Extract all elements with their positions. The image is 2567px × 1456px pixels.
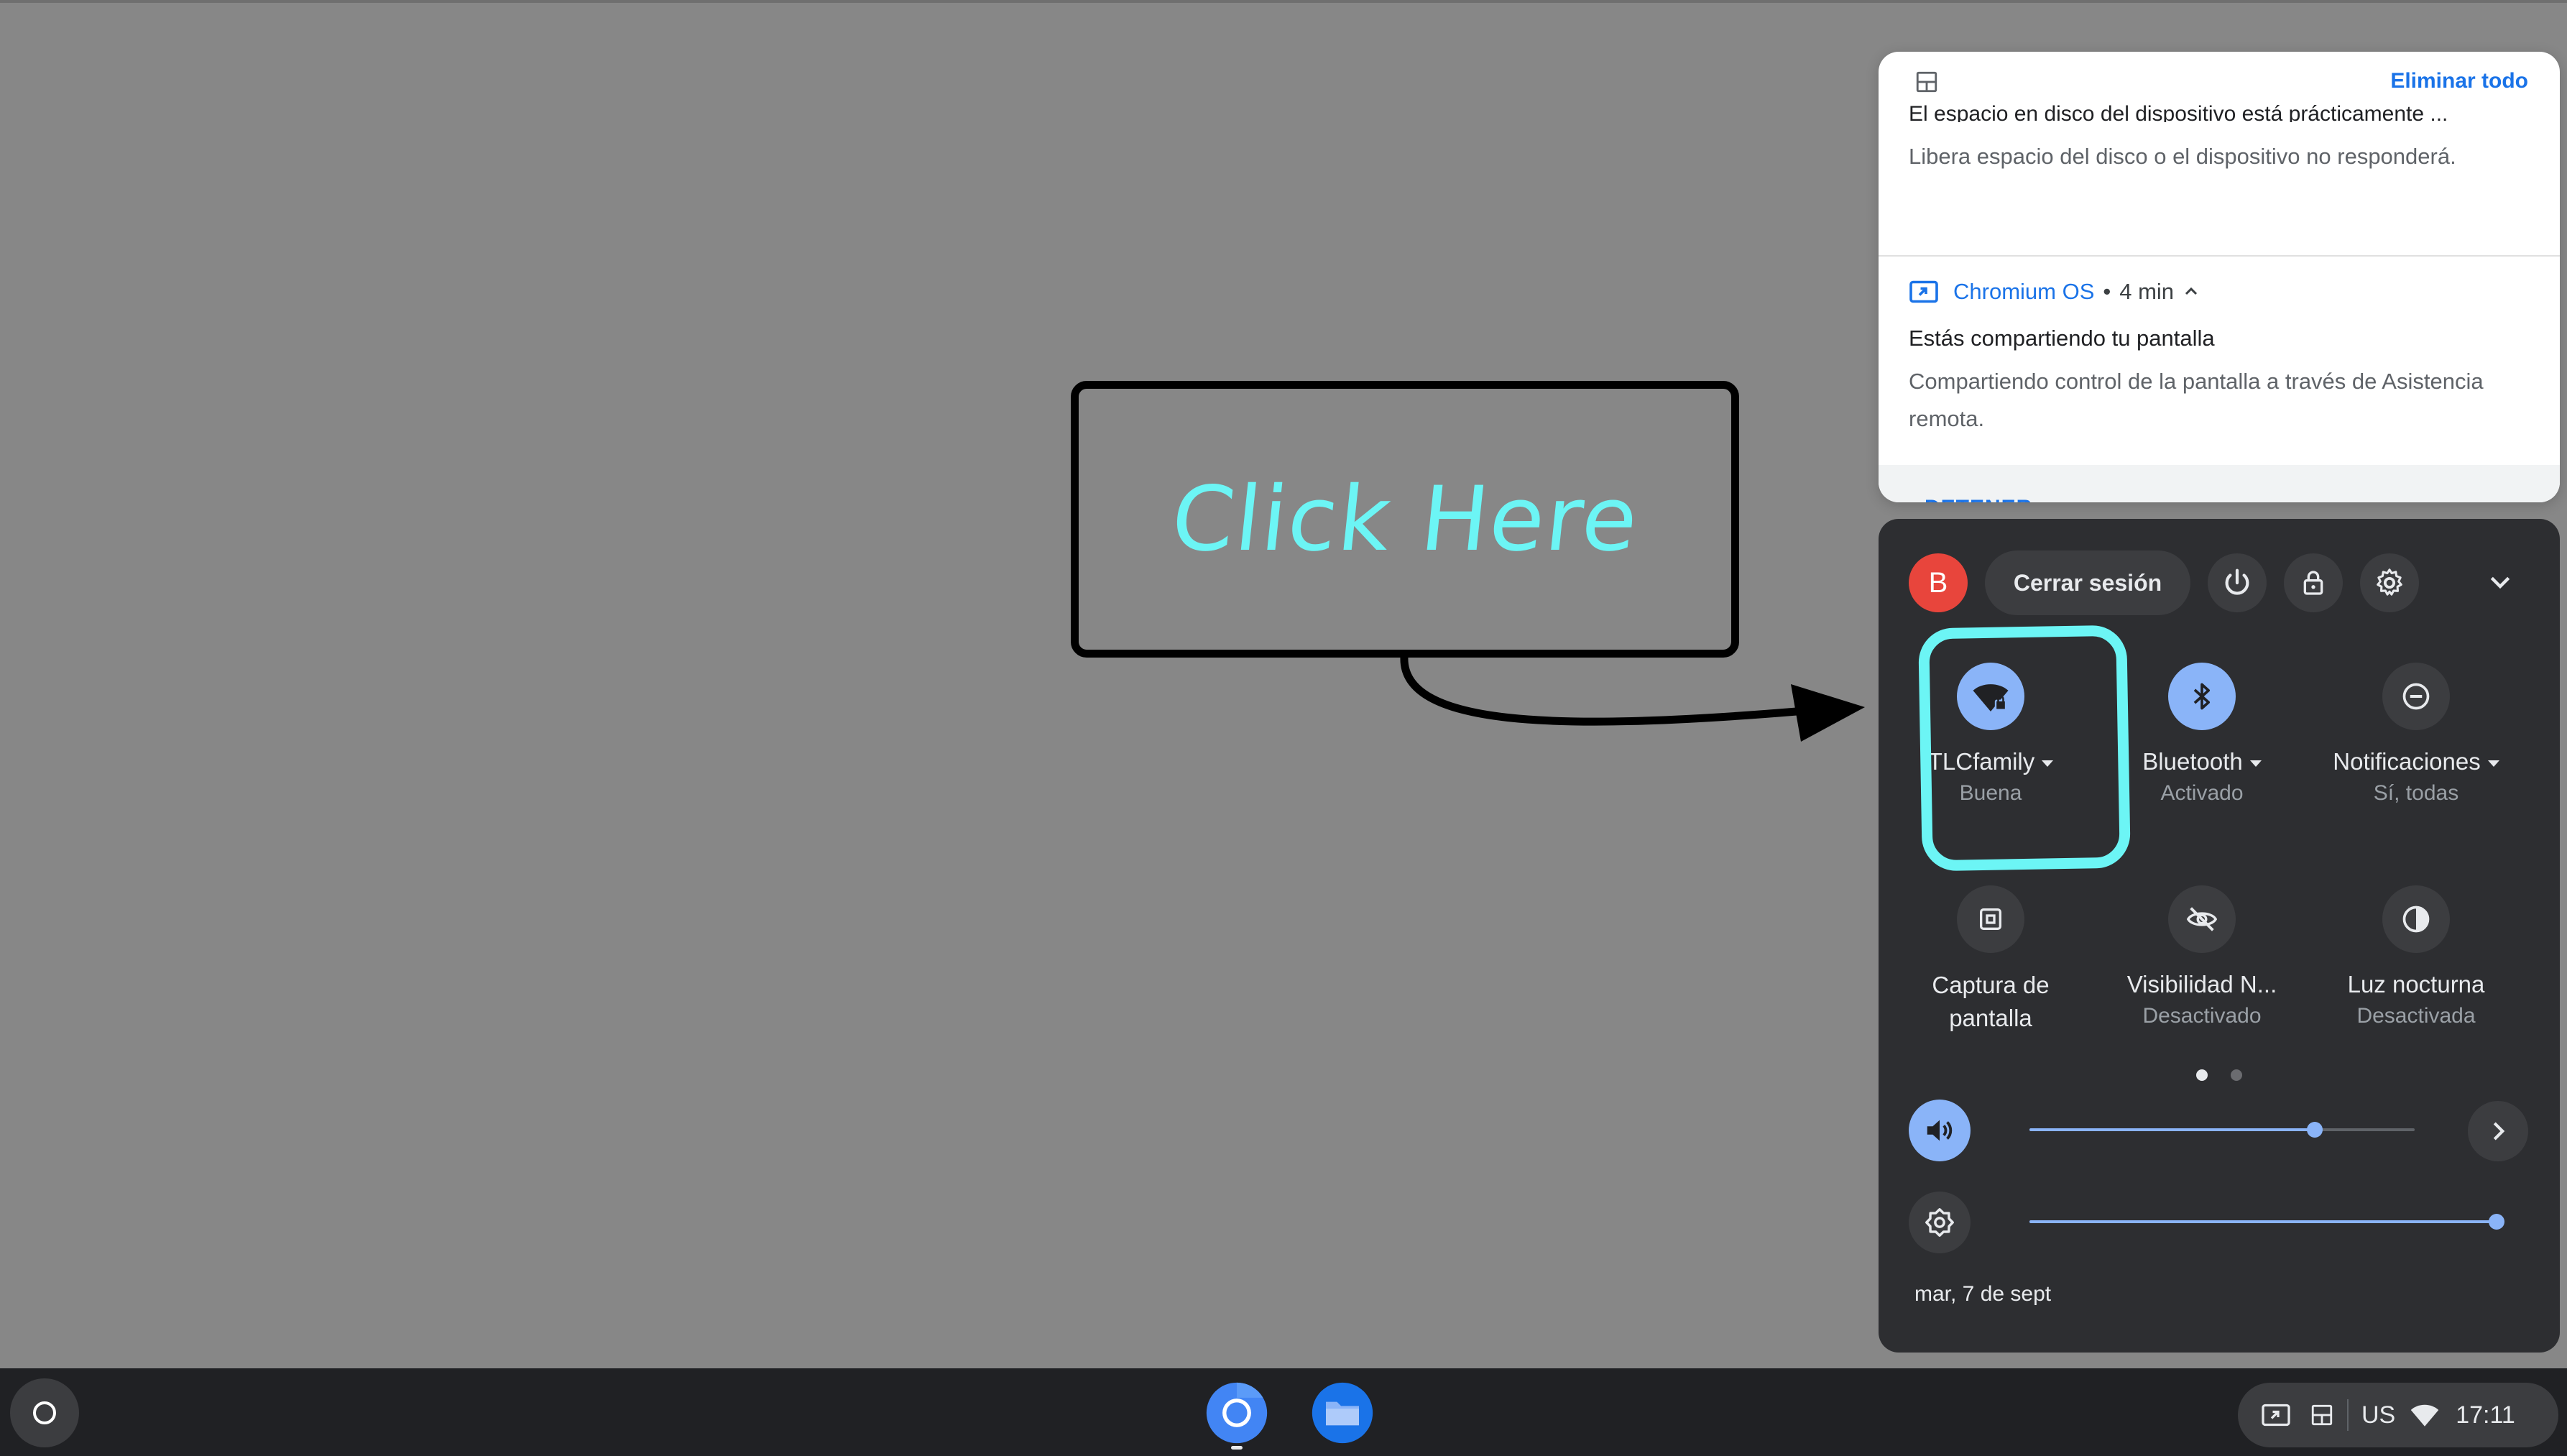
night-light-toggle[interactable]: [2382, 885, 2450, 953]
share-notification-header[interactable]: Chromium OS • 4 min: [1909, 275, 2200, 309]
annotation-arrow-icon: [1400, 653, 1865, 742]
launcher-button[interactable]: [10, 1378, 79, 1447]
screen-capture-toggle[interactable]: [1957, 885, 2024, 953]
shelf-app-chrome[interactable]: [1204, 1380, 1270, 1446]
page-dot-2[interactable]: [2231, 1069, 2242, 1081]
brightness-button[interactable]: [1909, 1192, 1971, 1253]
tile-night-light[interactable]: Luz nocturna Desactivada: [2315, 885, 2517, 1032]
tile-notifications-status: Sí, todas: [2373, 781, 2459, 805]
lock-icon: [2303, 571, 2323, 595]
clock[interactable]: 17:11: [2456, 1401, 2515, 1429]
status-tray[interactable]: US 17:11: [2238, 1383, 2558, 1447]
bluetooth-icon: [2193, 683, 2210, 710]
dropdown-caret-icon: [2487, 760, 2499, 767]
tile-notifications-label[interactable]: Notificaciones: [2315, 746, 2517, 778]
storage-icon: [2311, 1404, 2333, 1426]
volume-slider-thumb[interactable]: [2306, 1122, 2323, 1138]
shelf: [0, 1368, 2567, 1456]
tile-visibility-status: Desactivado: [2142, 1004, 2262, 1028]
top-edge: [0, 0, 2567, 3]
storage-icon: [1916, 71, 1937, 93]
lock-button[interactable]: [2284, 553, 2343, 612]
disk-notification-body[interactable]: Libera espacio del disco o el dispositiv…: [1909, 144, 2456, 170]
settings-button[interactable]: [2360, 553, 2419, 612]
mute-button[interactable]: [1909, 1100, 1971, 1161]
tray-divider: [2347, 1399, 2349, 1431]
share-notification-title[interactable]: Estás compartiendo tu pantalla: [1909, 326, 2215, 351]
gear-icon: [2377, 568, 2402, 596]
avatar[interactable]: B: [1909, 553, 1968, 612]
brightness-slider-fill: [2029, 1220, 2497, 1223]
disk-notification-title[interactable]: El espacio en disco del dispositivo está…: [1909, 102, 2534, 122]
tile-bluetooth-label[interactable]: Bluetooth: [2101, 746, 2303, 778]
tile-notifications[interactable]: Notificaciones Sí, todas: [2315, 663, 2517, 809]
wifi-icon: [2410, 1404, 2439, 1427]
notification-divider: [1879, 255, 2560, 257]
night-light-icon: [2402, 906, 2430, 933]
brightness-icon: [1925, 1208, 1954, 1237]
power-button[interactable]: [2208, 553, 2267, 612]
files-icon: [1312, 1382, 1373, 1444]
tile-night-light-status: Desactivada: [2356, 1004, 2476, 1028]
tile-visibility-label[interactable]: Visibilidad N...: [2101, 969, 2303, 1000]
visibility-toggle[interactable]: [2168, 885, 2236, 953]
tile-screen-capture-label[interactable]: Captura de pantalla: [1926, 969, 2055, 1035]
annotation-callout-text: Click Here: [1166, 467, 1644, 571]
brightness-slider-thumb[interactable]: [2489, 1214, 2504, 1230]
annotation-callout: Click Here: [1071, 381, 1739, 658]
chrome-running-indicator: [1231, 1446, 1243, 1450]
tile-bluetooth-status: Activado: [2160, 781, 2244, 805]
do-not-disturb-toggle[interactable]: [2382, 663, 2450, 730]
share-notification-time: 4 min: [2119, 279, 2175, 304]
date-label[interactable]: mar, 7 de sept: [1914, 1282, 2051, 1307]
tile-visibility[interactable]: Visibilidad N... Desactivado: [2101, 885, 2303, 1032]
volume-slider-fill: [2029, 1128, 2315, 1131]
chevron-down-icon: [2490, 576, 2510, 589]
sign-out-button[interactable]: Cerrar sesión: [1985, 550, 2190, 615]
tile-night-light-label[interactable]: Luz nocturna: [2315, 969, 2517, 1000]
audio-settings-button[interactable]: [2468, 1101, 2528, 1161]
launcher-icon: [33, 1401, 56, 1424]
tray-wifi[interactable]: [2410, 1402, 2440, 1428]
collapse-button[interactable]: [2481, 563, 2520, 602]
share-notification-app: Chromium OS: [1953, 279, 2095, 304]
chevron-up-icon[interactable]: [2183, 283, 2200, 300]
tray-storage[interactable]: [2310, 1403, 2334, 1427]
power-icon: [2225, 568, 2249, 595]
screen-capture-icon: [1980, 908, 2001, 930]
stop-sharing-button[interactable]: DETENER: [1879, 464, 2078, 502]
annotation-highlight: [1918, 625, 2131, 872]
tile-bluetooth[interactable]: Bluetooth Activado: [2101, 663, 2303, 809]
chevron-right-icon: [2493, 1122, 2505, 1141]
chrome-icon: [1206, 1382, 1268, 1444]
bluetooth-toggle[interactable]: [2168, 663, 2236, 730]
do-not-disturb-icon: [2402, 683, 2430, 710]
page-dot-1[interactable]: [2196, 1069, 2208, 1081]
volume-icon: [1927, 1120, 1953, 1141]
tile-screen-capture[interactable]: Captura de pantalla: [1890, 885, 2091, 1035]
notification-center: Eliminar todo El espacio en disco del di…: [1879, 52, 2560, 502]
cast-screen-icon: [1909, 280, 1938, 303]
share-notification-body[interactable]: Compartiendo control de la pantalla a tr…: [1909, 363, 2505, 438]
separator-dot: •: [2103, 279, 2111, 304]
clear-all-button[interactable]: Eliminar todo: [2390, 69, 2528, 93]
shelf-app-files[interactable]: [1309, 1380, 1375, 1446]
tray-screen-share[interactable]: [2261, 1402, 2291, 1428]
dropdown-caret-icon: [2249, 760, 2262, 767]
keyboard-layout[interactable]: US: [2361, 1401, 2395, 1429]
cast-screen-icon: [2262, 1404, 2290, 1427]
visibility-off-icon: [2186, 907, 2218, 931]
